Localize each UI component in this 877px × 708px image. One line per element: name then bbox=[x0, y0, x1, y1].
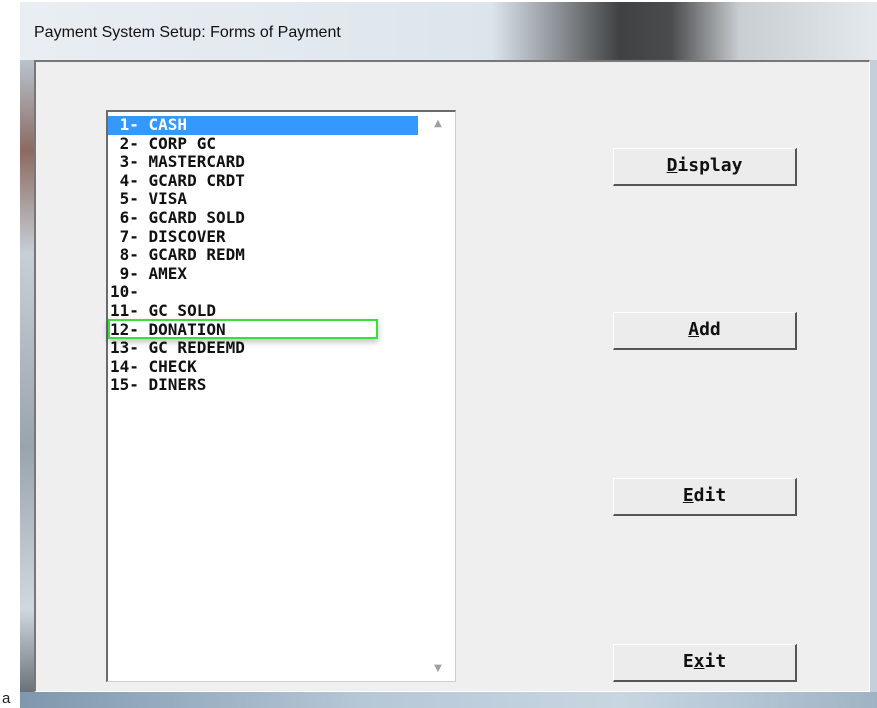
list-item[interactable]: 1- CASH bbox=[108, 115, 418, 135]
list-item[interactable]: 2- CORP GC bbox=[108, 134, 418, 154]
add-button[interactable]: Add bbox=[613, 312, 797, 350]
add-button-label: dd bbox=[699, 319, 721, 340]
exit-button[interactable]: Exit bbox=[613, 644, 797, 682]
window-title: Payment System Setup: Forms of Payment bbox=[34, 24, 341, 41]
add-button-accel: A bbox=[688, 319, 700, 340]
edit-button-label: dit bbox=[693, 485, 727, 506]
list-item[interactable]: 5- VISA bbox=[108, 190, 418, 209]
list-item[interactable]: 6- GCARD SOLD bbox=[108, 208, 418, 228]
scroll-up-arrow-icon[interactable]: ▲ bbox=[421, 114, 455, 134]
forms-of-payment-listbox[interactable]: 1- CASH 2- CORP GC 3- MASTERCARD 4- GCAR… bbox=[106, 110, 456, 682]
list-item[interactable]: 12- DONATION bbox=[108, 318, 418, 340]
list-items: 1- CASH 2- CORP GC 3- MASTERCARD 4- GCAR… bbox=[108, 115, 418, 395]
edit-button[interactable]: Edit bbox=[613, 478, 797, 516]
list-item[interactable]: 7- DISCOVER bbox=[108, 227, 418, 247]
display-button-accel: D bbox=[666, 155, 678, 176]
window-frame-left bbox=[20, 60, 34, 706]
list-scrollbar[interactable]: ▲ ▼ bbox=[421, 112, 455, 681]
exit-button-accel: x bbox=[693, 651, 705, 672]
list-item[interactable]: 14- CHECK bbox=[108, 357, 418, 377]
dialog-client-area: 1- CASH 2- CORP GC 3- MASTERCARD 4- GCAR… bbox=[34, 60, 870, 692]
list-item[interactable]: 15- DINERS bbox=[108, 376, 418, 395]
list-item[interactable]: 10- bbox=[108, 283, 418, 302]
list-item[interactable]: 8- GCARD REDM bbox=[108, 246, 418, 265]
display-button[interactable]: Display bbox=[613, 148, 797, 186]
window-frame-right bbox=[870, 60, 877, 706]
exit-button-label: it bbox=[704, 651, 727, 672]
list-item[interactable]: 3- MASTERCARD bbox=[108, 153, 418, 172]
edit-button-accel: E bbox=[682, 485, 694, 506]
list-item[interactable]: 9- AMEX bbox=[108, 264, 418, 284]
corner-text: a bbox=[2, 690, 11, 707]
list-item[interactable]: 4- GCARD CRDT bbox=[108, 171, 418, 191]
list-item[interactable]: 13- GC REDEEMD bbox=[108, 339, 418, 358]
title-bar[interactable]: Payment System Setup: Forms of Payment bbox=[20, 2, 877, 60]
scroll-down-arrow-icon[interactable]: ▼ bbox=[421, 659, 455, 679]
exit-button-prefix: E bbox=[682, 651, 694, 672]
payment-setup-window: Payment System Setup: Forms of Payment 1… bbox=[20, 2, 877, 708]
display-button-label: isplay bbox=[677, 155, 743, 176]
